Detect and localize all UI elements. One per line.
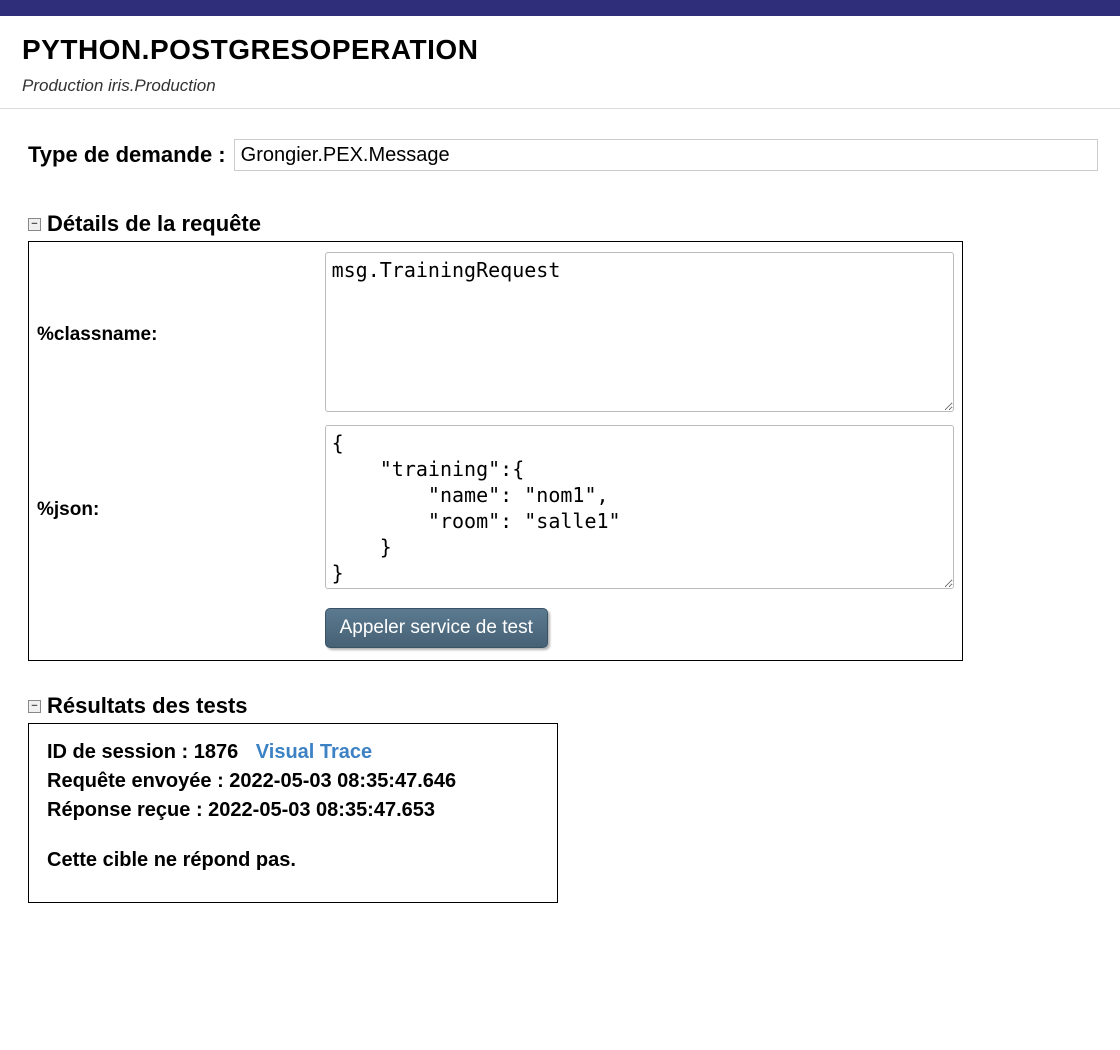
request-type-input[interactable] [234,139,1098,171]
details-box: %classname: %json: Appeler service de te… [28,241,963,661]
session-id-label: ID de session : [47,741,188,763]
content-area: Type de demande : − Détails de la requêt… [0,109,1120,903]
request-sent-line: Requête envoyée : 2022-05-03 08:35:47.64… [47,767,539,796]
response-received-value: 2022-05-03 08:35:47.653 [208,799,435,821]
details-section-title: Détails de la requête [47,211,261,237]
json-textarea[interactable] [325,425,954,589]
page-title: PYTHON.POSTGRESOPERATION [22,34,1098,66]
top-bar [0,0,1120,16]
classname-label: %classname: [35,248,323,421]
details-section-header: − Détails de la requête [28,211,1098,237]
request-sent-label: Requête envoyée : [47,770,224,792]
results-section-title: Résultats des tests [47,693,248,719]
results-box: ID de session : 1876 Visual Trace Requêt… [28,723,558,903]
json-label: %json: [35,421,323,598]
request-sent-value: 2022-05-03 08:35:47.646 [229,770,456,792]
session-id-value: 1876 [194,741,239,763]
collapse-icon[interactable]: − [28,218,41,231]
button-row: Appeler service de test [35,598,956,654]
visual-trace-link[interactable]: Visual Trace [256,741,372,763]
response-received-line: Réponse reçue : 2022-05-03 08:35:47.653 [47,796,539,825]
request-type-label: Type de demande : [28,142,226,168]
results-message: Cette cible ne répond pas. [47,849,539,872]
results-section-header: − Résultats des tests [28,693,1098,719]
page-subtitle: Production iris.Production [22,76,1098,96]
request-type-row: Type de demande : [28,139,1098,171]
page-header: PYTHON.POSTGRESOPERATION Production iris… [0,16,1120,109]
test-service-button[interactable]: Appeler service de test [325,608,548,648]
details-table: %classname: %json: Appeler service de te… [35,248,956,654]
response-received-label: Réponse reçue : [47,799,203,821]
session-id-line: ID de session : 1876 Visual Trace [47,738,539,767]
collapse-icon[interactable]: − [28,700,41,713]
classname-textarea[interactable] [325,252,954,412]
classname-row: %classname: [35,248,956,421]
json-row: %json: [35,421,956,598]
